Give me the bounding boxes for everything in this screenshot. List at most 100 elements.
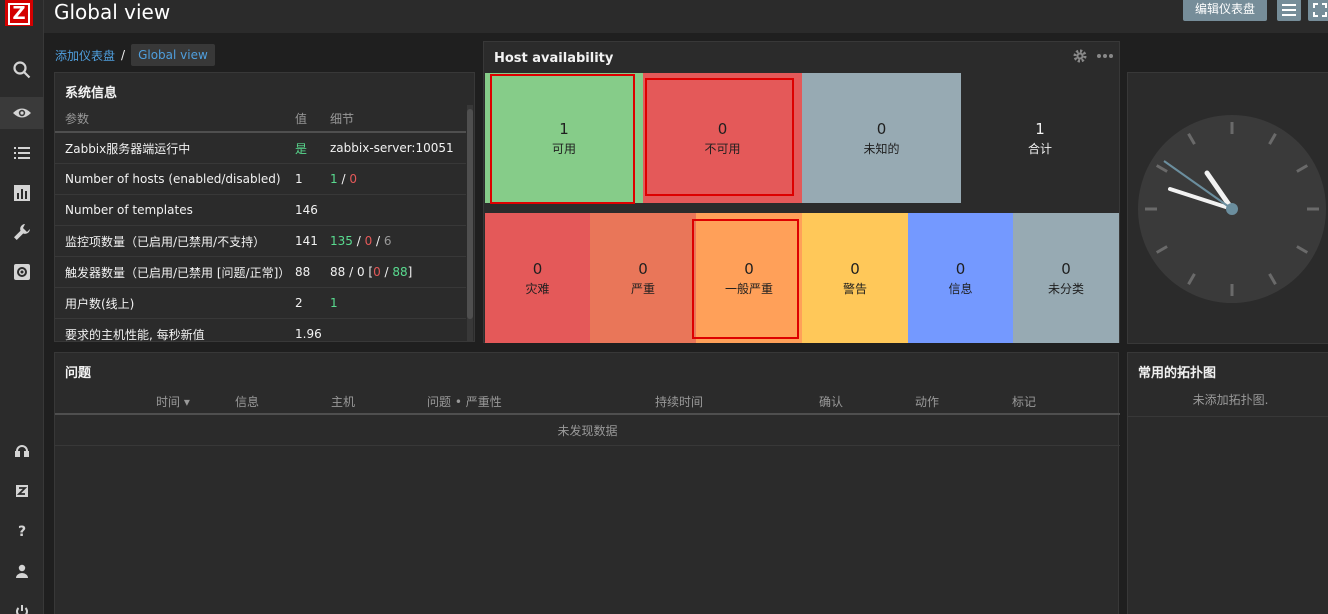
highlight-box — [645, 78, 794, 196]
severity-tile-information[interactable]: 0 信息 — [908, 213, 1013, 343]
detail-cell: 135 / 0 / 6 — [330, 234, 392, 248]
support-headset-icon[interactable] — [0, 435, 44, 467]
column-header: 值 — [295, 111, 308, 126]
tile-label: 未分类 — [1047, 281, 1084, 296]
value-cell: 1 — [295, 172, 303, 186]
tile-label: 未知的 — [863, 141, 900, 156]
table-row: 触发器数量（已启用/已禁用 [问题/正常]） 88 88 / 0 [0 / 88… — [55, 257, 466, 288]
tile-count: 0 — [955, 259, 966, 278]
value-cell: 2 — [295, 296, 303, 310]
detail-cell: 1 — [330, 296, 338, 310]
highlight-box — [490, 74, 635, 204]
value-cell: 88 — [295, 265, 311, 279]
value-cell: 141 — [295, 234, 318, 248]
widget-settings-gear-icon[interactable] — [1072, 48, 1088, 64]
share-zabbix-icon[interactable] — [0, 475, 44, 507]
column-header-info: 信息 — [235, 395, 260, 409]
fullscreen-button[interactable] — [1308, 0, 1328, 21]
clock-widget — [1127, 72, 1328, 344]
system-info-table: 参数 值 细节 Zabbix服务器端运行中 是 zabbix-server:10… — [55, 105, 466, 342]
breadcrumb-dashboards-link[interactable]: 添加仪表盘 — [55, 47, 115, 64]
param-cell: Zabbix服务器端运行中 — [65, 141, 191, 156]
tile-count: 0 — [1061, 259, 1071, 278]
sidebar: Z ? — [0, 0, 44, 614]
no-data-message: 未发现数据 — [55, 416, 1120, 446]
zabbix-logo[interactable]: Z — [5, 0, 33, 26]
widget-title: 问题 — [65, 366, 92, 381]
severity-tile-not-classified[interactable]: 0 未分类 — [1013, 213, 1119, 343]
breadcrumb: 添加仪表盘 / Global view — [55, 44, 215, 66]
availability-tile-unknown[interactable]: 0 未知的 — [802, 73, 961, 203]
reports-chart-icon[interactable] — [0, 177, 44, 209]
no-maps-message: 未添加拓扑图. — [1128, 387, 1328, 417]
column-header-time[interactable]: 时间 ▾ — [156, 393, 190, 410]
value-cell: 146 — [295, 203, 318, 217]
widget-title: 常用的拓扑图 — [1138, 366, 1217, 381]
fullscreen-icon — [1313, 2, 1327, 17]
param-cell: Number of templates — [65, 203, 193, 217]
widget-title: 系统信息 — [65, 86, 118, 101]
hamburger-icon — [1282, 3, 1296, 16]
breadcrumb-current[interactable]: Global view — [131, 44, 215, 66]
table-row: 用户数(线上) 2 1 — [55, 288, 466, 319]
param-cell: Number of hosts (enabled/disabled) — [65, 172, 281, 186]
column-header: 细节 — [330, 111, 355, 126]
value-cell: 1.96 — [295, 327, 322, 341]
help-icon[interactable]: ? — [0, 515, 44, 547]
favorite-maps-widget: 常用的拓扑图 未添加拓扑图. — [1127, 352, 1328, 614]
edit-dashboard-button[interactable]: 编辑仪表盘 — [1183, 0, 1267, 21]
scrollbar-thumb[interactable] — [467, 109, 473, 319]
inventory-list-icon[interactable] — [0, 137, 44, 169]
problems-table-header: 时间 ▾ 信息 主机 问题 • 严重性 持续时间 确认 动作 标记 — [55, 387, 1120, 415]
tile-count: 0 — [638, 259, 648, 278]
param-cell: 要求的主机性能, 每秒新值 — [65, 327, 205, 342]
tile-label: 信息 — [948, 281, 973, 296]
page-title: Global view — [54, 0, 171, 24]
dashboard-menu-button[interactable] — [1277, 0, 1301, 21]
table-row: Number of templates 146 — [55, 195, 466, 226]
table-row: Zabbix服务器端运行中 是 zabbix-server:10051 — [55, 133, 466, 164]
severity-tile-disaster[interactable]: 0 灾难 — [485, 213, 590, 343]
user-profile-icon[interactable] — [0, 555, 44, 587]
tile-label: 灾难 — [525, 281, 550, 296]
column-header-duration: 持续时间 — [655, 395, 704, 409]
svg-text:?: ? — [18, 524, 26, 539]
column-header-ack: 确认 — [819, 395, 844, 409]
tile-count: 0 — [876, 119, 887, 138]
highlight-box — [692, 219, 799, 339]
system-info-widget: 系统信息 参数 值 细节 Zabbix服务器端运行中 是 zabbix-serv… — [54, 72, 475, 342]
detail-cell: 1 / 0 — [330, 172, 357, 186]
tile-count: 1 — [1035, 119, 1045, 138]
widget-more-options-icon[interactable] — [1096, 48, 1114, 64]
detail-cell: 88 / 0 [0 / 88] — [330, 265, 413, 279]
table-row: 监控项数量（已启用/已禁用/不支持） 141 135 / 0 / 6 — [55, 226, 466, 257]
detail-cell: zabbix-server:10051 — [330, 141, 454, 155]
table-row: 要求的主机性能, 每秒新值 1.96 — [55, 319, 466, 342]
column-header-host: 主机 — [331, 395, 356, 409]
tile-label: 合计 — [1027, 141, 1052, 156]
column-header-actions: 动作 — [915, 395, 940, 409]
page-header: Global view 编辑仪表盘 — [44, 0, 1328, 33]
param-cell: 监控项数量（已启用/已禁用/不支持） — [65, 234, 266, 249]
column-header-tags: 标记 — [1012, 395, 1037, 409]
tile-label: 严重 — [630, 281, 655, 296]
value-cell: 是 — [295, 141, 308, 156]
sign-out-power-icon[interactable] — [0, 595, 44, 614]
administration-gear-icon[interactable] — [0, 256, 44, 288]
severity-tile-high[interactable]: 0 严重 — [590, 213, 696, 343]
widget-title: Host availability — [494, 51, 614, 66]
tile-label: 警告 — [842, 281, 867, 296]
monitoring-eye-icon[interactable] — [0, 97, 44, 129]
table-header: 参数 值 细节 — [55, 105, 466, 133]
search-icon[interactable] — [0, 54, 44, 86]
severity-tile-warning[interactable]: 0 警告 — [802, 213, 908, 343]
configuration-wrench-icon[interactable] — [0, 216, 44, 248]
analog-clock — [1138, 115, 1326, 303]
availability-tile-total[interactable]: 1 合计 — [961, 73, 1119, 203]
table-row: Number of hosts (enabled/disabled) 1 1 /… — [55, 164, 466, 195]
column-header: 参数 — [65, 111, 90, 126]
breadcrumb-separator: / — [121, 48, 126, 62]
host-availability-widget: Host availability 1 可用 0 不可用 0 未知的 1 合计 … — [483, 41, 1120, 343]
tile-count: 0 — [532, 259, 543, 278]
tile-count: 0 — [850, 259, 860, 278]
